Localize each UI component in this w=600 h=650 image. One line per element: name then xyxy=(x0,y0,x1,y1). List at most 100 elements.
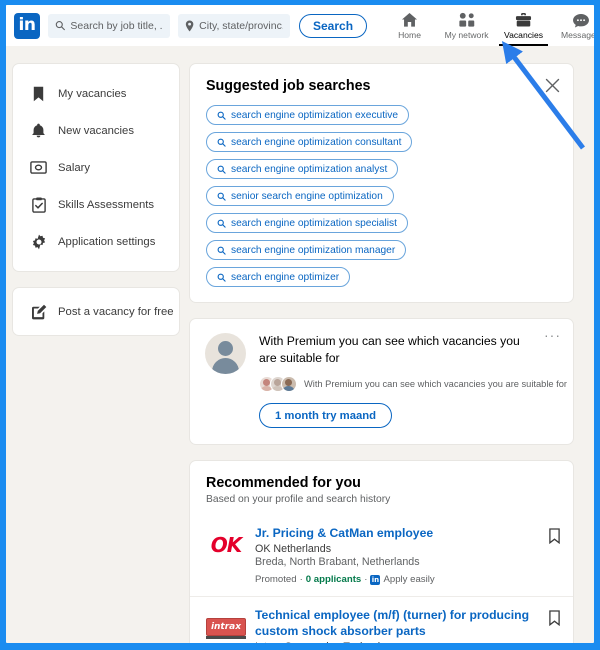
suggested-pill-label: search engine optimization executive xyxy=(231,109,399,121)
job-title-link[interactable]: Jr. Pricing & CatMan employee xyxy=(255,525,541,541)
nav-item-vacancies[interactable]: Vacancies xyxy=(495,5,552,46)
sidebar-item-application-settings[interactable]: Application settings xyxy=(13,223,179,260)
nav-label-home: Home xyxy=(398,30,421,40)
suggested-pill[interactable]: search engine optimization consultant xyxy=(206,132,413,152)
suggested-pill[interactable]: search engine optimization manager xyxy=(206,240,407,260)
post-vacancy-card[interactable]: Post a vacancy for free xyxy=(12,287,180,336)
location-search-input[interactable]: City, state/provinc... xyxy=(178,13,290,38)
suggested-pill[interactable]: senior search engine optimization xyxy=(206,186,394,206)
suggested-searches-title: Suggested job searches xyxy=(206,78,371,94)
sidebar: My vacancies New vacancies Salary Skills… xyxy=(12,63,180,336)
sidebar-label-skills-assessments: Skills Assessments xyxy=(58,198,155,211)
bookmark-icon xyxy=(30,85,47,102)
face-pile xyxy=(259,376,297,392)
recommended-title: Recommended for you xyxy=(206,475,361,491)
job-list-item[interactable]: OK Jr. Pricing & CatMan employee OK Neth… xyxy=(190,515,573,596)
sidebar-label-salary: Salary xyxy=(58,161,91,174)
company-logo: intrax xyxy=(206,607,246,643)
sidebar-label-my-vacancies: My vacancies xyxy=(58,87,127,100)
page-content: My vacancies New vacancies Salary Skills… xyxy=(6,46,594,643)
job-company: OK Netherlands xyxy=(255,543,332,555)
job-search-placeholder: Search by job title, ... xyxy=(70,19,163,32)
sidebar-item-new-vacancies[interactable]: New vacancies xyxy=(13,112,179,149)
main-column: Suggested job searches search engine opt… xyxy=(189,63,574,643)
gear-icon xyxy=(30,233,47,250)
sidebar-item-skills-assessments[interactable]: Skills Assessments xyxy=(13,186,179,223)
close-icon[interactable] xyxy=(541,74,563,96)
recommended-header: Recommended for you Based on your profil… xyxy=(190,475,573,505)
ok-logo-icon: OK xyxy=(210,533,242,557)
intrax-logo-icon: intrax xyxy=(206,618,246,639)
job-apply-easily-label: Apply easily xyxy=(383,574,435,585)
sidebar-item-my-vacancies[interactable]: My vacancies xyxy=(13,75,179,112)
suggested-pill-label: search engine optimization manager xyxy=(231,244,396,256)
job-info: Technical employee (m/f) (turner) for pr… xyxy=(255,607,559,643)
nav-label-messages: Messages xyxy=(560,30,594,40)
job-location: Breda, North Brabant, Netherlands xyxy=(255,556,420,568)
job-info: Jr. Pricing & CatMan employee OK Netherl… xyxy=(255,525,559,585)
nav-item-home[interactable]: Home xyxy=(381,5,438,46)
sidebar-item-post-vacancy[interactable]: Post a vacancy for free xyxy=(13,293,179,330)
sidebar-label-post-vacancy: Post a vacancy for free xyxy=(58,305,174,318)
sidebar-label-application-settings: Application settings xyxy=(58,235,156,248)
suggested-pill-label: search engine optimization consultant xyxy=(231,136,402,148)
linkedin-jobs-page: in Search by job title, ... City, state/… xyxy=(6,5,594,643)
job-list: OK Jr. Pricing & CatMan employee OK Neth… xyxy=(190,515,573,643)
suggested-pill-label: search engine optimization specialist xyxy=(231,217,397,229)
suggested-job-searches-card: Suggested job searches search engine opt… xyxy=(189,63,574,303)
location-search-placeholder: City, state/provinc... xyxy=(199,19,283,32)
save-job-icon[interactable] xyxy=(548,528,561,549)
suggested-pill[interactable]: search engine optimization executive xyxy=(206,105,410,125)
home-icon xyxy=(401,11,418,28)
job-applicants-count: 0 applicants xyxy=(305,574,362,585)
search-button[interactable]: Search xyxy=(299,13,368,38)
annotated-screenshot-frame: in Search by job title, ... City, state/… xyxy=(0,0,600,650)
linkedin-logo-icon[interactable]: in xyxy=(14,12,40,39)
message-icon xyxy=(572,11,590,28)
meta-separator: · xyxy=(299,574,303,585)
suggested-pill-label: search engine optimization analyst xyxy=(231,163,388,175)
search-icon xyxy=(217,111,226,120)
meta-separator: · xyxy=(364,574,368,585)
premium-social-proof: With Premium you can see which vacancies… xyxy=(259,376,567,392)
search-icon xyxy=(217,165,226,174)
job-company: Intrax Suspension Technology xyxy=(255,641,541,643)
nav-item-my-network[interactable]: My network xyxy=(438,5,495,46)
money-icon xyxy=(30,159,47,176)
job-title-link[interactable]: Technical employee (m/f) (turner) for pr… xyxy=(255,607,541,639)
global-navigation-bar: in Search by job title, ... City, state/… xyxy=(6,5,594,46)
avatar xyxy=(205,333,246,374)
nav-label-my-network: My network xyxy=(444,30,489,40)
sidebar-menu-card: My vacancies New vacancies Salary Skills… xyxy=(12,63,180,272)
briefcase-icon xyxy=(515,11,532,28)
job-list-item[interactable]: intrax Technical employee (m/f) (turner)… xyxy=(190,596,573,643)
suggested-pill[interactable]: search engine optimizer xyxy=(206,267,351,287)
sidebar-item-salary[interactable]: Salary xyxy=(13,149,179,186)
pencil-square-icon xyxy=(30,303,47,320)
save-job-icon[interactable] xyxy=(548,610,561,631)
linkedin-mini-logo-icon: in xyxy=(370,574,381,585)
suggested-pill[interactable]: search engine optimization analyst xyxy=(206,159,399,179)
sidebar-label-new-vacancies: New vacancies xyxy=(58,124,134,137)
search-icon xyxy=(217,219,226,228)
premium-subtext: With Premium you can see which vacancies… xyxy=(304,379,568,389)
avatar-body xyxy=(212,358,239,374)
suggested-pill-label: search engine optimizer xyxy=(231,271,340,283)
search-icon xyxy=(217,192,226,201)
recommended-jobs-card: Recommended for you Based on your profil… xyxy=(189,460,574,643)
suggested-pill[interactable]: search engine optimization specialist xyxy=(206,213,408,233)
job-title-search-input[interactable]: Search by job title, ... xyxy=(48,13,170,38)
bell-icon xyxy=(30,122,47,139)
search-icon xyxy=(217,246,226,255)
suggested-pill-label: senior search engine optimization xyxy=(231,190,383,202)
premium-headline: With Premium you can see which vacancies… xyxy=(259,334,520,365)
search-icon xyxy=(217,273,226,282)
avatar-head xyxy=(218,341,233,356)
nav-label-vacancies: Vacancies xyxy=(504,30,544,40)
nav-item-messages[interactable]: Messages xyxy=(552,5,594,46)
overflow-menu-icon[interactable]: ··· xyxy=(544,328,561,342)
company-logo: OK xyxy=(206,525,246,565)
premium-try-button[interactable]: 1 month try maand xyxy=(259,403,393,428)
search-icon xyxy=(217,138,226,147)
suggested-search-pills: search engine optimization executive sea… xyxy=(206,105,557,287)
